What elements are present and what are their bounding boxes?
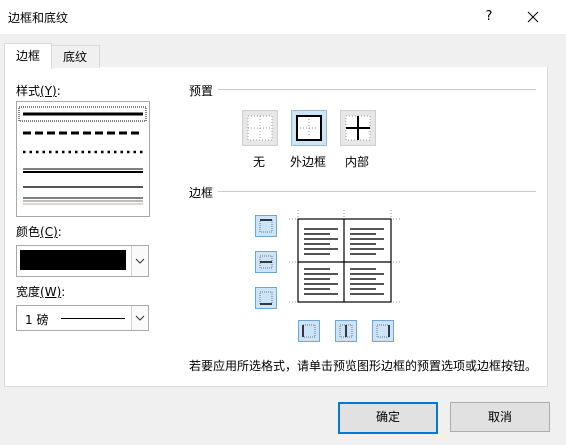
- line-style-samples: [18, 106, 147, 205]
- style-list[interactable]: [16, 101, 150, 217]
- border-preview-diagram: [289, 210, 401, 303]
- width-value: 1 磅: [25, 313, 49, 327]
- close-button[interactable]: [520, 6, 546, 28]
- left-border-icon: [302, 324, 316, 338]
- bottom-border-icon: [259, 291, 273, 305]
- help-button[interactable]: ?: [478, 6, 500, 28]
- color-swatch: [20, 250, 126, 270]
- no-border-icon: [247, 115, 273, 141]
- left-border-button[interactable]: [298, 320, 320, 342]
- width-dropdown-button[interactable]: [131, 306, 148, 330]
- border-preview[interactable]: [289, 210, 401, 306]
- chevron-down-icon: [135, 258, 145, 264]
- close-icon: [527, 11, 539, 23]
- chevron-down-icon: [135, 315, 145, 321]
- cancel-button[interactable]: 取消: [450, 402, 550, 432]
- ok-button[interactable]: 确定: [338, 402, 438, 434]
- style-label: 样式(Y):: [16, 84, 61, 98]
- border-section-label: 边框: [189, 186, 214, 200]
- preset-inside-button[interactable]: [340, 110, 376, 146]
- box-border-icon: [296, 115, 322, 141]
- preset-box-label: 外边框: [289, 155, 326, 169]
- tab-shading[interactable]: 底纹: [50, 45, 100, 68]
- preset-box-button[interactable]: [291, 110, 327, 146]
- width-accelerator: (W): [40, 285, 62, 299]
- color-accelerator: (C): [40, 225, 58, 239]
- color-dropdown[interactable]: [16, 245, 149, 277]
- right-border-icon: [376, 324, 390, 338]
- top-border-icon: [259, 219, 273, 233]
- bottom-border-button[interactable]: [255, 287, 277, 309]
- color-label: 颜色(C):: [16, 225, 62, 239]
- width-label: 宽度(W):: [16, 285, 66, 299]
- preset-none-label: 无: [252, 155, 265, 169]
- right-border-button[interactable]: [372, 320, 394, 342]
- border-separator: [218, 191, 536, 192]
- border-hint-text: 若要应用所选格式，请单击预览图形边框的预置选项或边框按钮。: [189, 359, 538, 373]
- tab-borders[interactable]: 边框: [4, 43, 52, 69]
- inside-vertical-border-icon: [339, 324, 353, 338]
- inside-border-icon: [345, 115, 371, 141]
- top-border-button[interactable]: [255, 215, 277, 237]
- inside-horizontal-border-button[interactable]: [255, 251, 277, 273]
- width-dropdown[interactable]: 1 磅: [16, 305, 149, 331]
- color-dropdown-button[interactable]: [131, 246, 148, 276]
- dialog-title: 边框和底纹: [8, 11, 69, 25]
- preset-none-button[interactable]: [242, 110, 278, 146]
- presets-separator: [218, 89, 536, 90]
- preset-inside-label: 内部: [344, 155, 369, 169]
- width-line-sample: [61, 318, 125, 319]
- inside-vertical-border-button[interactable]: [335, 320, 357, 342]
- inside-horizontal-border-icon: [259, 255, 273, 269]
- presets-section-label: 预置: [189, 84, 214, 98]
- style-accelerator: (Y): [40, 84, 57, 98]
